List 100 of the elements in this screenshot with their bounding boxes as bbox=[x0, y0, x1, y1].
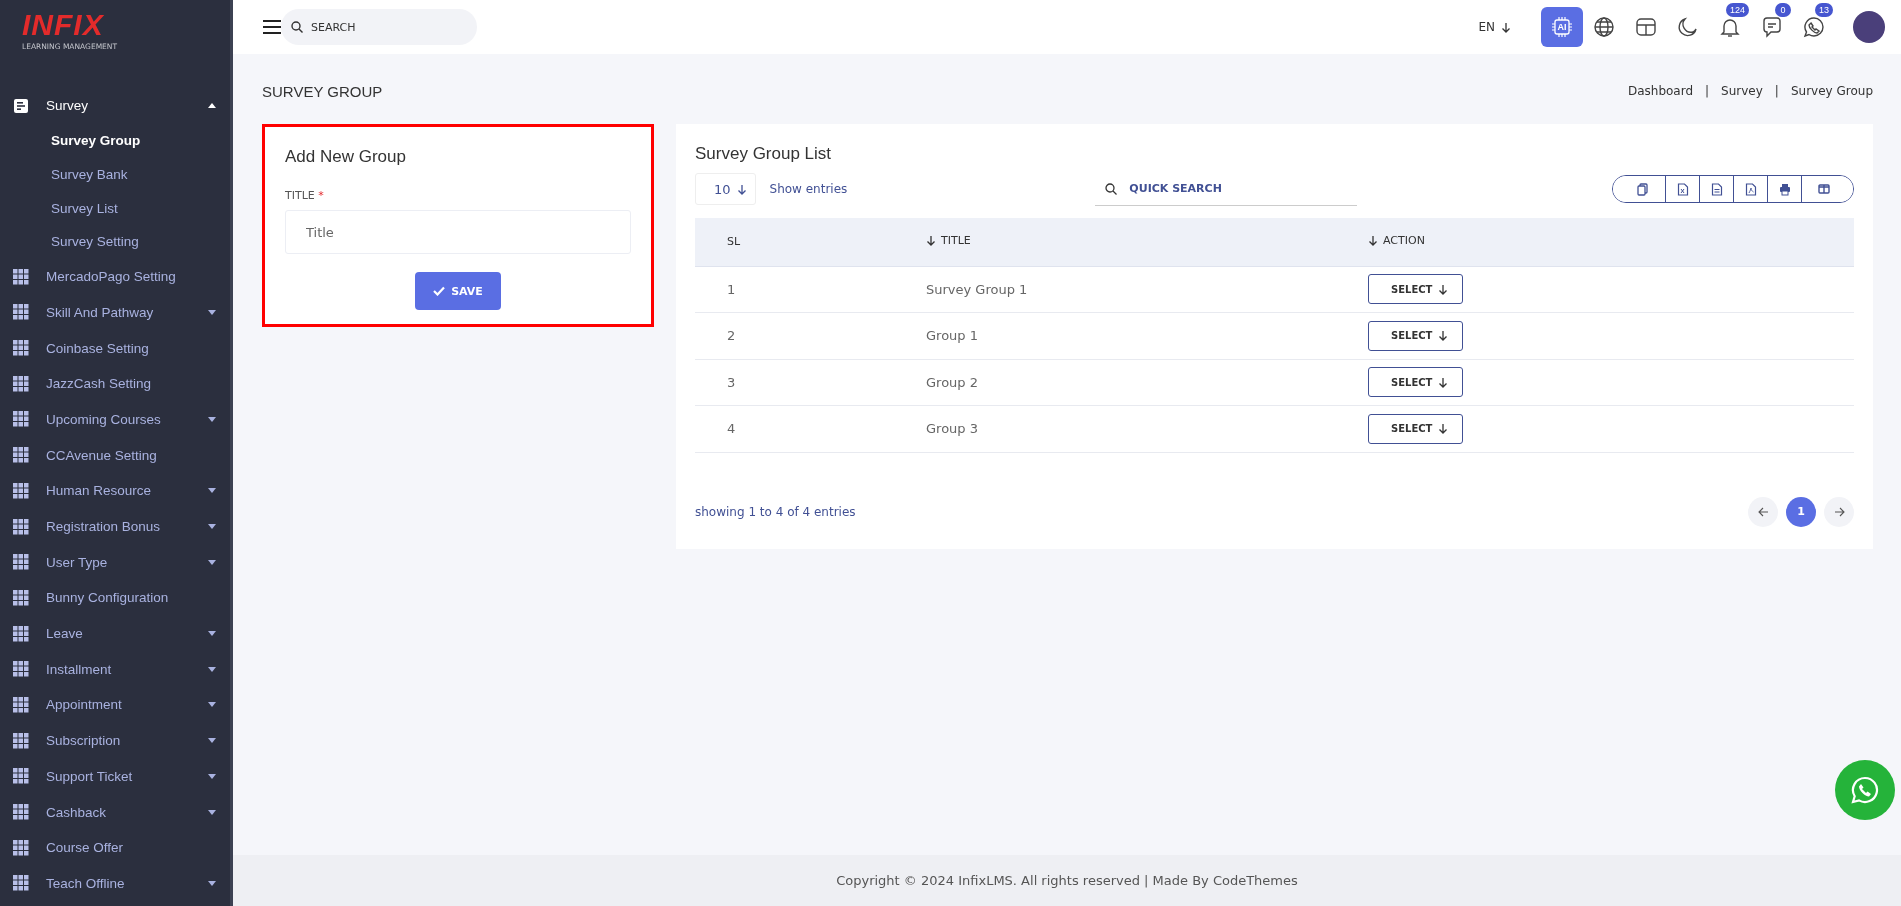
logo-text: INFIX bbox=[22, 10, 104, 40]
sidebar-item[interactable]: Registration Bonus bbox=[0, 508, 230, 545]
ai-button[interactable]: AI bbox=[1541, 7, 1583, 47]
grid-icon bbox=[13, 447, 29, 464]
sidebar-subitem[interactable]: Survey Bank bbox=[0, 157, 230, 192]
breadcrumb-link[interactable]: Dashboard bbox=[1627, 84, 1694, 98]
breadcrumb-link[interactable]: Survey Group bbox=[1790, 84, 1873, 98]
sort-arrow-icon bbox=[1368, 235, 1378, 247]
table-cell: 3 bbox=[727, 374, 736, 390]
sidebar-subitem[interactable]: Survey List bbox=[0, 191, 230, 226]
table-cell: 4 bbox=[727, 421, 736, 437]
caret-down-icon bbox=[208, 702, 216, 708]
sidebar-subitem[interactable]: Survey Group bbox=[0, 123, 230, 158]
show-entries-label: Show entries bbox=[769, 182, 848, 196]
arrow-down-icon bbox=[736, 183, 747, 195]
caret-down-icon bbox=[208, 559, 216, 565]
sidebar-item[interactable]: Course Offer bbox=[0, 829, 230, 866]
phone-chat-icon bbox=[1803, 16, 1825, 38]
breadcrumb-link[interactable]: Survey bbox=[1721, 84, 1763, 98]
column-header[interactable]: SL bbox=[727, 235, 741, 249]
table-cell: Group 3 bbox=[926, 421, 978, 437]
grid-icon bbox=[13, 804, 29, 821]
sidebar-item[interactable]: Appointment bbox=[0, 687, 230, 723]
export-button[interactable] bbox=[1801, 176, 1853, 202]
sidebar-item[interactable]: Cashback bbox=[0, 794, 230, 830]
excel-file-icon bbox=[1676, 182, 1689, 196]
document-icon bbox=[13, 97, 29, 114]
columns-icon bbox=[1817, 182, 1830, 196]
caret-down-icon bbox=[208, 488, 216, 494]
table-cell: Group 1 bbox=[926, 328, 978, 344]
page-button[interactable]: 1 bbox=[1786, 496, 1816, 527]
select-dropdown-button[interactable]: SELECT bbox=[1368, 320, 1464, 351]
arrow-down-icon bbox=[1438, 376, 1449, 388]
breadcrumb-separator: | bbox=[1705, 84, 1710, 98]
breadcrumb-separator: | bbox=[1774, 84, 1779, 98]
card-title: Survey Group List bbox=[695, 144, 833, 164]
layout-icon bbox=[1635, 16, 1657, 38]
grid-icon bbox=[13, 625, 29, 642]
grid-icon bbox=[13, 411, 29, 428]
sidebar-item[interactable]: Leave bbox=[0, 615, 230, 652]
caret-down-icon bbox=[208, 631, 216, 637]
avatar[interactable] bbox=[1853, 11, 1885, 43]
sidebar-item[interactable]: Coinbase Setting bbox=[0, 330, 230, 366]
globe-icon bbox=[1593, 16, 1615, 38]
arrow-down-icon bbox=[1438, 423, 1449, 435]
caret-down-icon bbox=[208, 416, 216, 422]
select-dropdown-button[interactable]: SELECT bbox=[1368, 274, 1464, 305]
print-icon bbox=[1778, 182, 1791, 196]
grid-icon bbox=[13, 304, 29, 321]
select-dropdown-button[interactable]: SELECT bbox=[1368, 413, 1464, 444]
sidebar-subitem[interactable]: Survey Setting bbox=[0, 225, 230, 259]
phone-chat-icon bbox=[1850, 775, 1880, 805]
caret-down-icon bbox=[208, 524, 216, 530]
chat-icon bbox=[1761, 16, 1783, 38]
sidebar-item[interactable]: Bunny Configuration bbox=[0, 580, 230, 616]
sidebar-item[interactable]: MercadoPago Setting bbox=[0, 258, 230, 295]
table-cell: Survey Group 1 bbox=[926, 281, 1028, 297]
sidebar-item[interactable]: Support Ticket bbox=[0, 758, 230, 795]
sidebar-item[interactable]: CCAvenue Setting bbox=[0, 437, 230, 473]
sidebar-item[interactable]: Survey bbox=[0, 88, 230, 124]
table-cell: 2 bbox=[727, 328, 736, 344]
whatsapp-button[interactable] bbox=[1835, 760, 1895, 820]
language-selector[interactable]: EN bbox=[1472, 19, 1517, 35]
save-button[interactable]: SAVE bbox=[415, 272, 501, 310]
caret-down-icon bbox=[208, 809, 216, 815]
moon-icon bbox=[1677, 16, 1699, 38]
column-header[interactable]: TITLE bbox=[926, 234, 971, 248]
title-input[interactable]: Title bbox=[285, 210, 631, 254]
entries-summary: showing 1 to 4 of 4 entries bbox=[695, 504, 857, 519]
caret-up-icon bbox=[208, 103, 216, 109]
file-icon bbox=[1710, 182, 1723, 196]
sidebar-item[interactable]: Human Resource bbox=[0, 473, 230, 509]
notification-badge: 124 bbox=[1725, 3, 1749, 17]
pdf-file-icon bbox=[1744, 182, 1757, 196]
sidebar-item[interactable]: Upcoming Courses bbox=[0, 401, 230, 438]
menu-icon[interactable] bbox=[263, 20, 281, 34]
notification-badge: 13 bbox=[1815, 3, 1833, 17]
sidebar-item[interactable]: Skill And Pathway bbox=[0, 294, 230, 331]
chip-icon bbox=[1551, 16, 1573, 38]
sidebar-item[interactable]: Teach Offline bbox=[0, 865, 230, 902]
sidebar-item[interactable]: Subscription bbox=[0, 722, 230, 759]
page-size-select[interactable]: 10 bbox=[695, 173, 756, 205]
notification-badge: 0 bbox=[1775, 3, 1791, 17]
grid-icon bbox=[13, 732, 29, 749]
column-header[interactable]: ACTION bbox=[1368, 234, 1425, 248]
search-icon bbox=[291, 21, 303, 33]
sidebar-item[interactable]: JazzCash Setting bbox=[0, 365, 230, 402]
arrow-right-icon bbox=[1833, 506, 1845, 517]
grid-icon bbox=[13, 340, 29, 357]
arrow-left-icon bbox=[1757, 506, 1769, 517]
grid-icon bbox=[13, 554, 29, 571]
table-cell: Group 2 bbox=[926, 374, 978, 390]
sidebar-item[interactable]: User Type bbox=[0, 544, 230, 581]
arrow-down-icon bbox=[1501, 21, 1511, 33]
bell-icon bbox=[1719, 16, 1741, 38]
grid-icon bbox=[13, 768, 29, 785]
search-field[interactable]: SEARCH bbox=[281, 9, 477, 45]
grid-icon bbox=[13, 661, 29, 678]
select-dropdown-button[interactable]: SELECT bbox=[1368, 367, 1464, 398]
sidebar-item[interactable]: Installment bbox=[0, 651, 230, 688]
